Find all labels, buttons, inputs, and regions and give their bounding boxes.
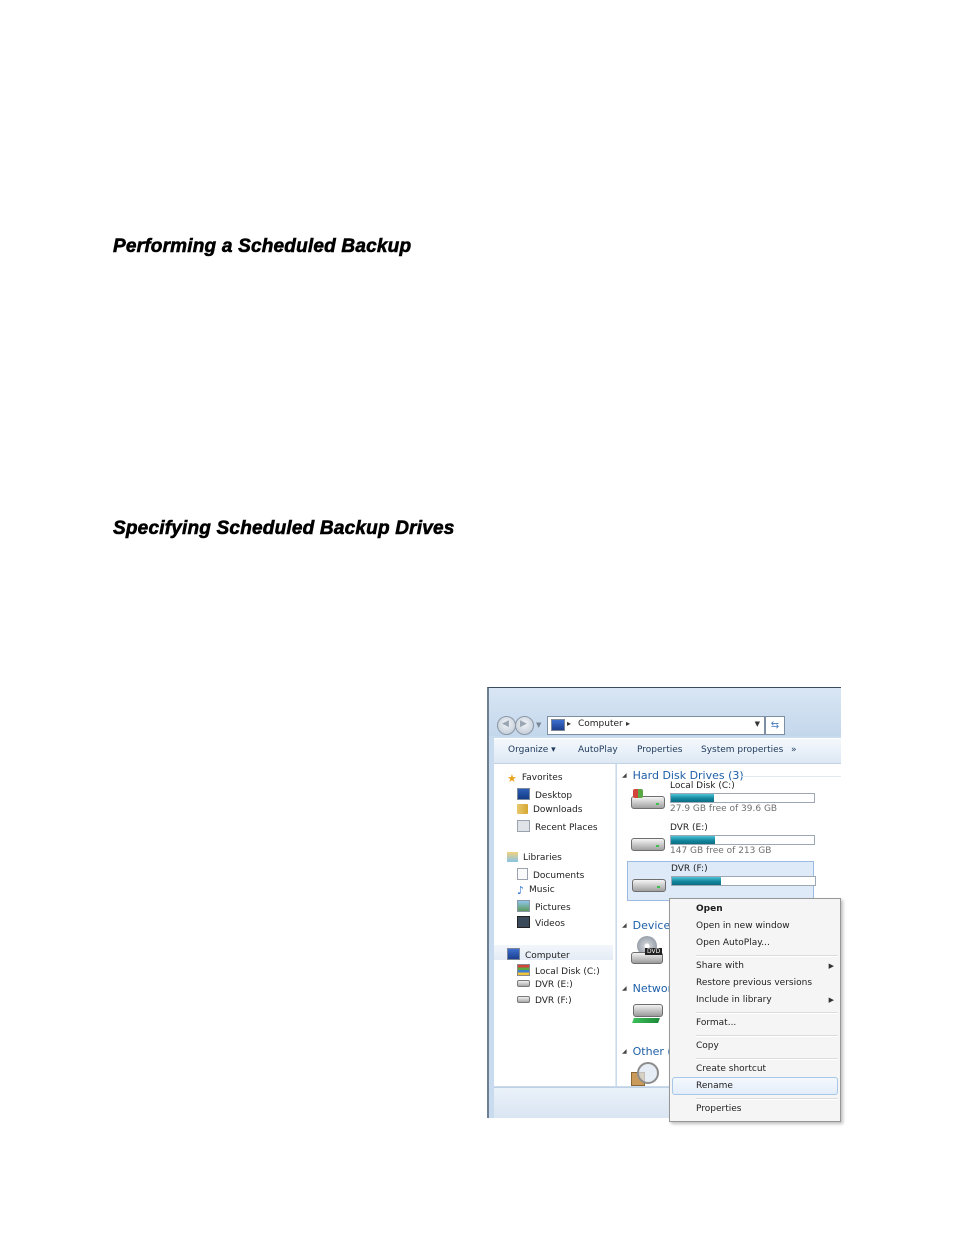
command-bar: Organize ▾ AutoPlay Properties System pr… bbox=[494, 738, 841, 764]
computer-icon bbox=[551, 719, 565, 731]
nav-item-recent-places[interactable]: Recent Places bbox=[517, 820, 598, 833]
menu-item-open-in-new-window[interactable]: Open in new window bbox=[696, 921, 790, 931]
nav-item-videos[interactable]: Videos bbox=[517, 916, 565, 929]
group-header-devices[interactable]: ◢ Devices bbox=[622, 919, 676, 932]
menu-item-format[interactable]: Format... bbox=[696, 1018, 736, 1028]
drive-tile[interactable]: DVR (F:) bbox=[627, 861, 816, 901]
context-menu: Open Open in new window Open AutoPlay... Sh… bbox=[669, 898, 841, 1122]
properties-button[interactable]: Properties bbox=[637, 745, 682, 755]
back-arrow-icon: ◀ bbox=[502, 719, 509, 729]
collapse-triangle-icon: ◢ bbox=[622, 772, 627, 779]
menu-separator bbox=[696, 1035, 838, 1037]
menu-item-include-in-library[interactable]: Include in library bbox=[696, 995, 772, 1005]
collapse-triangle-icon: ◢ bbox=[622, 1048, 627, 1055]
section-heading-scheduled-backup: Performing a Scheduled Backup bbox=[113, 236, 412, 258]
system-drive-icon bbox=[517, 964, 530, 976]
videos-icon bbox=[517, 916, 530, 928]
menu-separator bbox=[696, 1098, 838, 1100]
drive-usage-bar bbox=[670, 793, 815, 803]
nav-libraries[interactable]: Libraries bbox=[507, 852, 562, 863]
drive-usage-fill bbox=[671, 794, 714, 802]
breadcrumb-chevron-icon[interactable]: ▸ bbox=[567, 719, 571, 728]
organize-button[interactable]: Organize ▾ bbox=[508, 745, 556, 755]
pictures-icon bbox=[517, 900, 530, 912]
drive-tile[interactable]: Local Disk (C:) 27.9 GB free of 39.6 GB bbox=[627, 779, 815, 817]
collapse-triangle-icon: ◢ bbox=[622, 922, 627, 929]
dvd-drive-icon[interactable]: DVD bbox=[631, 936, 663, 966]
menu-item-restore-previous-versions[interactable]: Restore previous versions bbox=[696, 978, 812, 988]
address-bar[interactable]: ▸ Computer ▸ ▼ bbox=[547, 716, 765, 735]
menu-separator bbox=[696, 1058, 838, 1060]
menu-separator bbox=[696, 955, 838, 957]
menu-item-properties[interactable]: Properties bbox=[696, 1104, 741, 1114]
drive-name: Local Disk (C:) bbox=[670, 781, 735, 791]
nav-computer[interactable]: Computer bbox=[507, 948, 570, 961]
submenu-arrow-icon: ▶ bbox=[828, 962, 834, 970]
recent-places-icon bbox=[517, 820, 530, 832]
star-icon: ★ bbox=[507, 772, 517, 785]
menu-item-copy[interactable]: Copy bbox=[696, 1041, 719, 1051]
forward-arrow-icon: ▶ bbox=[520, 719, 527, 729]
refresh-icon[interactable]: ⇆ bbox=[765, 716, 785, 735]
section-heading-backup-drives: Specifying Scheduled Backup Drives bbox=[113, 518, 455, 540]
breadcrumb-computer[interactable]: Computer bbox=[578, 719, 623, 729]
drive-tile[interactable]: DVR (E:) 147 GB free of 213 GB bbox=[627, 821, 815, 859]
computer-icon bbox=[507, 948, 520, 960]
nav-item-downloads[interactable]: Downloads bbox=[517, 804, 582, 815]
drive-name: DVR (E:) bbox=[670, 823, 708, 833]
more-commands-button[interactable]: » bbox=[791, 745, 797, 755]
drive-usage-fill bbox=[672, 877, 721, 885]
menu-item-create-shortcut[interactable]: Create shortcut bbox=[696, 1064, 766, 1074]
drive-name: DVR (F:) bbox=[671, 864, 708, 874]
menu-item-rename[interactable]: Rename bbox=[696, 1081, 733, 1091]
group-divider bbox=[742, 776, 841, 777]
nav-item-desktop[interactable]: Desktop bbox=[517, 788, 572, 801]
hard-drive-icon bbox=[631, 833, 665, 851]
nav-item-dvr-e[interactable]: DVR (E:) bbox=[517, 980, 573, 990]
network-drive-icon[interactable] bbox=[631, 1002, 663, 1030]
libraries-folder-icon bbox=[507, 852, 518, 862]
menu-item-open[interactable]: Open bbox=[696, 904, 723, 914]
collapse-triangle-icon: ◢ bbox=[622, 985, 627, 992]
hard-drive-icon bbox=[517, 980, 530, 987]
nav-item-documents[interactable]: Documents bbox=[517, 868, 584, 881]
drive-usage-fill bbox=[671, 836, 716, 844]
menu-item-share-with[interactable]: Share with bbox=[696, 961, 744, 971]
address-dropdown-icon[interactable]: ▼ bbox=[755, 720, 760, 728]
music-note-icon: ♪ bbox=[517, 884, 525, 897]
drive-usage-bar bbox=[670, 835, 815, 845]
nav-item-dvr-f[interactable]: DVR (F:) bbox=[517, 996, 572, 1006]
recent-pages-dropdown-icon[interactable]: ▼ bbox=[536, 721, 541, 729]
title-bar: ◀ ▶ ▼ ▸ Computer ▸ ▼ ⇆ bbox=[489, 688, 841, 736]
nav-item-pictures[interactable]: Pictures bbox=[517, 900, 571, 913]
nav-item-local-disk-c[interactable]: Local Disk (C:) bbox=[517, 964, 600, 977]
drive-free-space: 147 GB free of 213 GB bbox=[670, 846, 772, 856]
drive-usage-bar bbox=[671, 876, 816, 886]
submenu-arrow-icon: ▶ bbox=[828, 996, 834, 1004]
breadcrumb-chevron-icon[interactable]: ▸ bbox=[626, 719, 630, 728]
system-drive-icon bbox=[631, 789, 665, 809]
menu-item-open-autoplay[interactable]: Open AutoPlay... bbox=[696, 938, 770, 948]
navigation-pane: ★ Favorites Desktop Downloads Recent Plac… bbox=[494, 764, 616, 1086]
nav-item-music[interactable]: ♪ Music bbox=[517, 884, 555, 897]
menu-separator bbox=[696, 1012, 838, 1014]
desktop-icon bbox=[517, 788, 530, 800]
autoplay-button[interactable]: AutoPlay bbox=[578, 745, 618, 755]
drive-free-space: 27.9 GB free of 39.6 GB bbox=[670, 804, 778, 814]
group-header-network[interactable]: ◢ Networ bbox=[622, 982, 672, 995]
nav-favorites[interactable]: ★ Favorites bbox=[507, 772, 563, 785]
system-properties-button[interactable]: System properties bbox=[701, 745, 783, 755]
hard-drive-icon bbox=[517, 996, 530, 1003]
hard-drive-icon bbox=[632, 874, 666, 892]
forward-button[interactable]: ▶ bbox=[515, 716, 534, 735]
documents-icon bbox=[517, 868, 528, 880]
downloads-folder-icon bbox=[517, 804, 528, 814]
search-home-icon[interactable] bbox=[631, 1062, 663, 1086]
back-button[interactable]: ◀ bbox=[497, 716, 516, 735]
